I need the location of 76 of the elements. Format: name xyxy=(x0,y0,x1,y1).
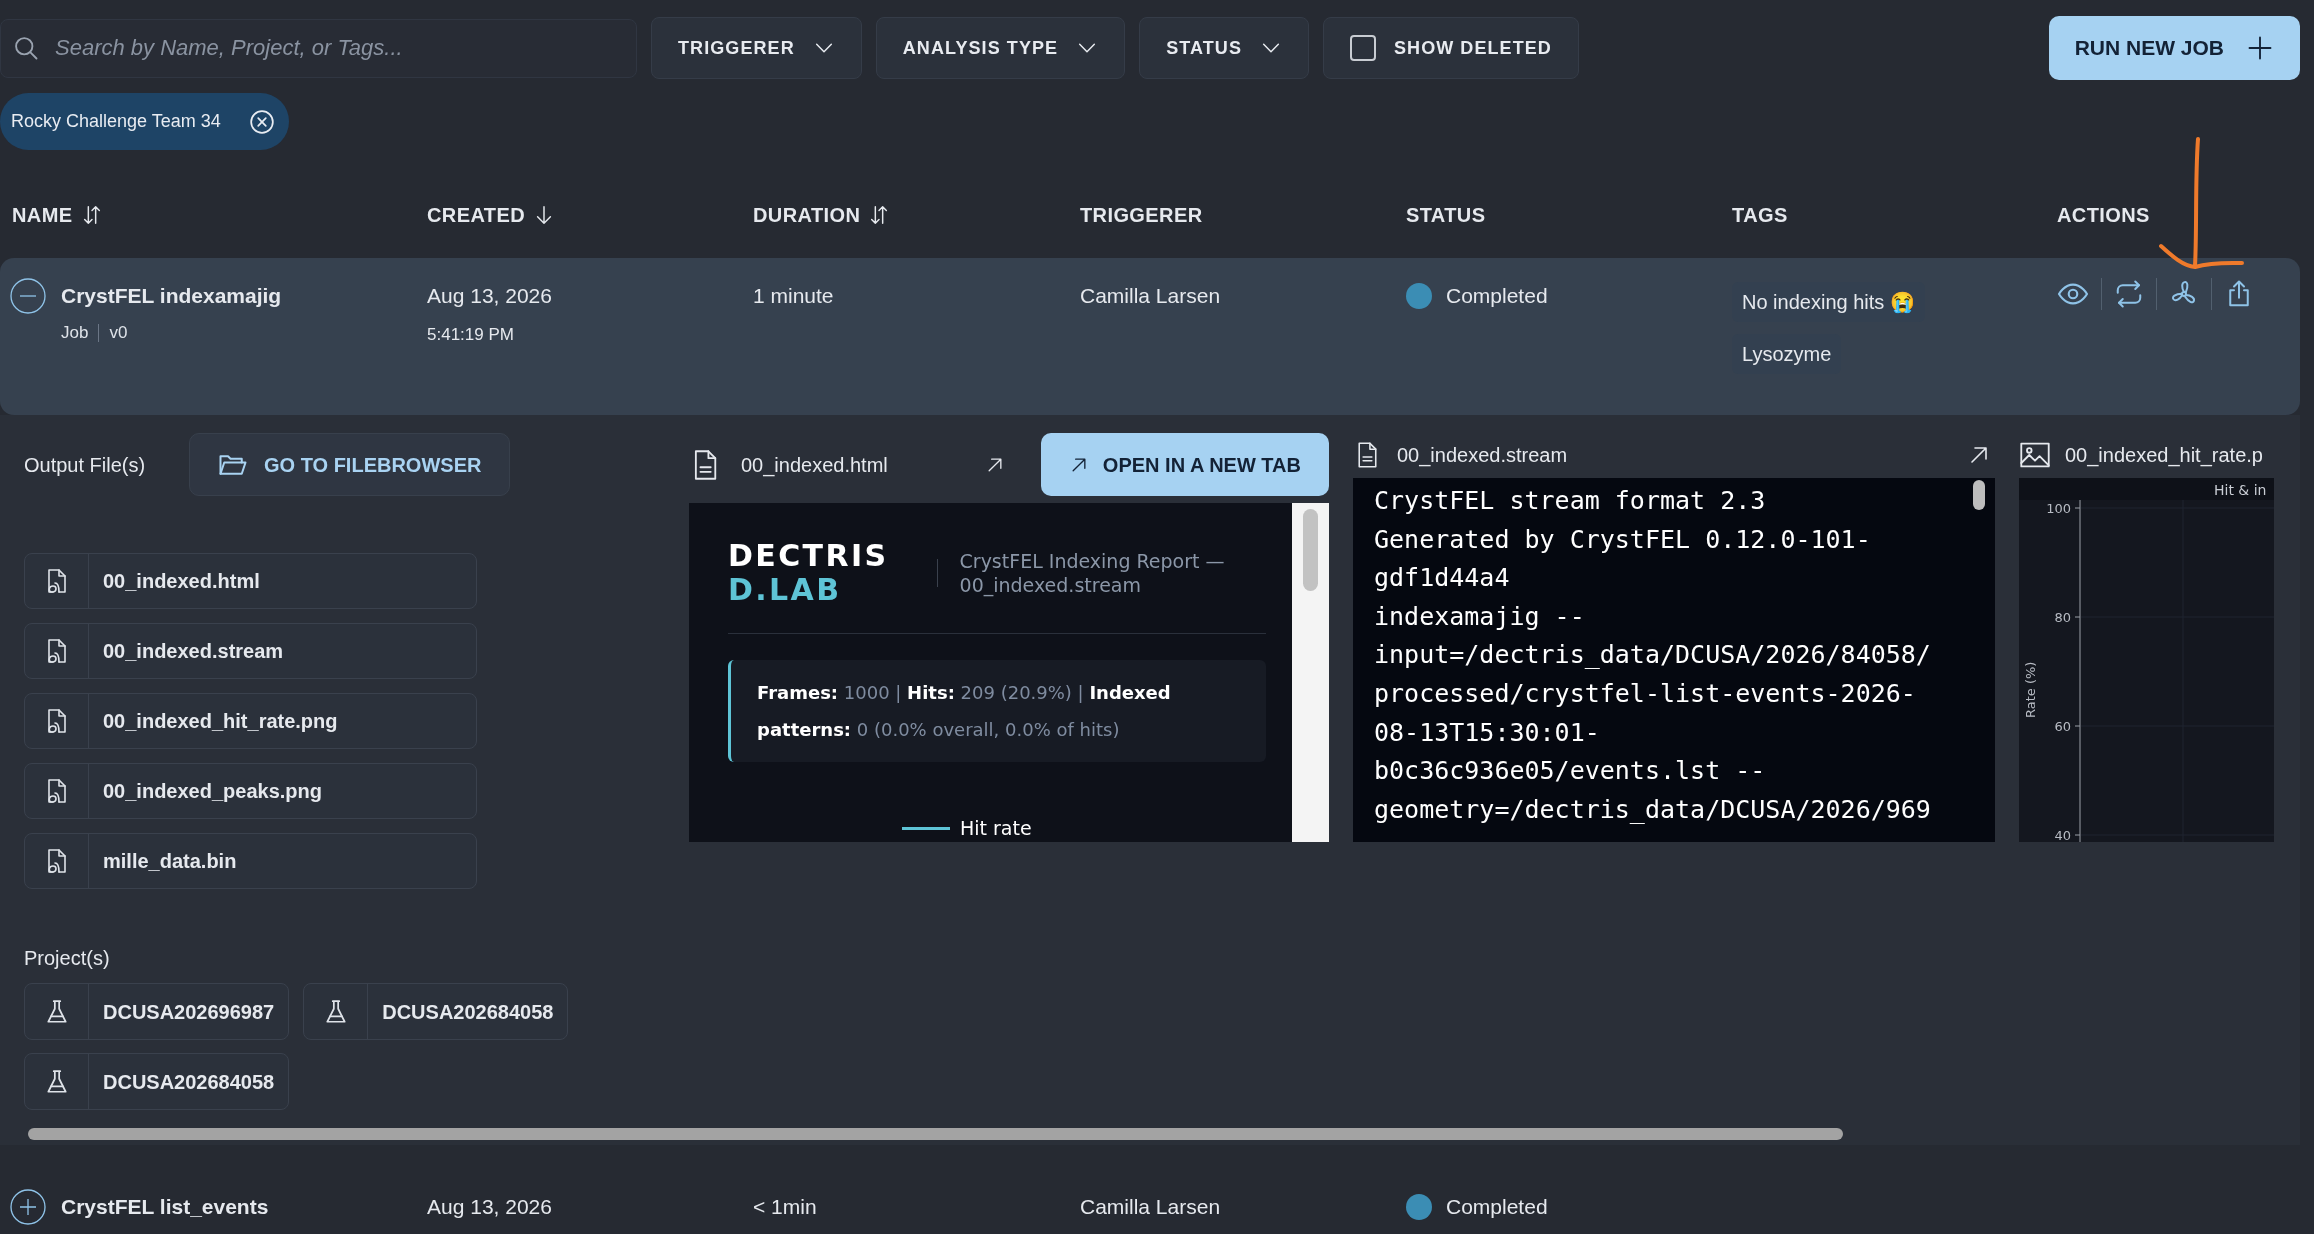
filebrowser-button[interactable]: GO TO FILEBROWSER xyxy=(189,433,511,496)
duration-text: 1 minute xyxy=(753,283,835,309)
tick-label: 40 xyxy=(2054,828,2071,842)
column-header: TAGS xyxy=(1732,203,1788,228)
brand-logo: DECTRIS xyxy=(728,539,889,573)
preview-filename: 00_indexed.stream xyxy=(1397,443,1568,469)
stream-line: CrystFEL stream format 2.3 xyxy=(1374,485,1766,517)
scrollbar[interactable] xyxy=(28,1128,1843,1140)
preview-filename: 00_indexed.html xyxy=(741,452,889,479)
triggerer-name: Camilla Larsen xyxy=(1080,1194,1222,1220)
summary-card: Frames: 1000 | Hits: 209 (20.9%) | Indexed patterns: 0 (0.0% overall, 0.0% of hits) xyxy=(728,660,1266,762)
legend-label: Hit rate xyxy=(960,817,1032,839)
file-item[interactable]: 00_indexed.stream xyxy=(24,623,477,679)
expand-icon[interactable] xyxy=(10,1189,46,1225)
close-icon[interactable] xyxy=(248,108,275,135)
tag: No indexing hits 😭 xyxy=(1732,282,1925,322)
column-header: STATUS xyxy=(1406,203,1486,228)
column-header: ACTIONS xyxy=(2057,203,2150,228)
run-new-job-button[interactable]: RUN NEW JOB xyxy=(2048,16,2300,80)
triggerer-name: Camilla Larsen xyxy=(1080,283,1222,309)
section-label: Output File(s) xyxy=(24,452,147,478)
collapse-icon[interactable] xyxy=(10,278,46,314)
created-time: 5:41:19 PM xyxy=(427,324,515,346)
chart-title: Hit & in xyxy=(2214,482,2267,498)
created-date: Aug 13, 2026 xyxy=(427,283,553,309)
job-name: CrystFEL indexamajig xyxy=(61,283,282,309)
image-icon xyxy=(2019,441,2051,469)
stream-line: Generated by CrystFEL 0.12.0-101- xyxy=(1374,523,1871,556)
job-version: v0 xyxy=(109,322,128,344)
file-item[interactable]: 00_indexed_hit_rate.png xyxy=(24,693,477,749)
file-item[interactable]: 00_indexed_peaks.png xyxy=(24,763,477,819)
tick-label: 60 xyxy=(2054,719,2071,734)
show-deleted-checkbox[interactable]: SHOW DELETED xyxy=(1322,17,1579,79)
project-chip[interactable]: DCUSA202684058 xyxy=(303,983,569,1040)
legend-line xyxy=(902,826,950,830)
scrollbar[interactable] xyxy=(1292,503,1329,842)
section-label: Project(s) xyxy=(24,946,111,971)
status-text: Completed xyxy=(1446,283,1548,309)
filter-chip: Rocky Challenge Team 34 xyxy=(0,93,289,150)
column-header: NAME xyxy=(12,203,73,228)
report-title: CrystFEL Indexing Report — 00_indexed.stream xyxy=(959,549,1226,597)
column-header: DURATION xyxy=(753,203,861,228)
stream-line: geometry=/dectris_data/DCUSA/2026/969 xyxy=(1374,793,1931,826)
column-header: CREATED xyxy=(427,203,525,228)
filter-dropdown[interactable]: TRIGGERER xyxy=(651,17,862,79)
stream-line: gdf1d44a4 xyxy=(1374,562,1510,595)
stream-line: 08-13T15:30:01- xyxy=(1374,716,1600,749)
job-name: CrystFEL list_events xyxy=(61,1194,269,1220)
filter-dropdown[interactable]: ANALYSIS TYPE xyxy=(875,17,1126,79)
project-chip[interactable]: DCUSA202696987 xyxy=(24,983,290,1040)
column-header: TRIGGERER xyxy=(1080,203,1203,228)
stream-line: indexamajig -- xyxy=(1374,600,1585,633)
preview-filename: 00_indexed_hit_rate.p xyxy=(2065,443,2263,469)
file-item[interactable]: 00_indexed.html xyxy=(24,553,477,609)
repeat-icon[interactable] xyxy=(2114,279,2144,309)
stream-line: processed/crystfel-list-events-2026- xyxy=(1374,677,1916,710)
file-item[interactable]: mille_data.bin xyxy=(24,833,477,889)
stream-line: input=/dectris_data/DCUSA/2026/84058/ xyxy=(1374,639,1931,672)
search-field[interactable]: Search by Name, Project, or Tags... xyxy=(0,18,637,78)
scrollbar[interactable] xyxy=(1973,480,1985,510)
status-text: Completed xyxy=(1446,1194,1548,1220)
tick-label: 80 xyxy=(2054,610,2071,625)
filter-dropdown[interactable]: STATUS xyxy=(1139,17,1309,79)
tick-label: 100 xyxy=(2046,501,2071,516)
plus-icon xyxy=(2246,34,2274,62)
document-icon xyxy=(1355,441,1379,469)
project-chip[interactable]: DCUSA202684058 xyxy=(24,1053,290,1110)
axis-label: Rate (%) xyxy=(2023,661,2038,718)
duration-text: < 1min xyxy=(753,1194,818,1220)
open-new-tab-button[interactable]: OPEN IN A NEW TAB xyxy=(1040,433,1329,496)
tag: Lysozyme xyxy=(1732,334,1842,374)
brand-logo: D.LAB xyxy=(728,573,843,607)
stream-line: b0c36c936e05/events.lst -- xyxy=(1374,755,1766,788)
checkbox[interactable] xyxy=(1349,35,1376,61)
job-type: Job xyxy=(61,322,89,344)
created-date: Aug 13, 2026 xyxy=(427,1194,553,1220)
